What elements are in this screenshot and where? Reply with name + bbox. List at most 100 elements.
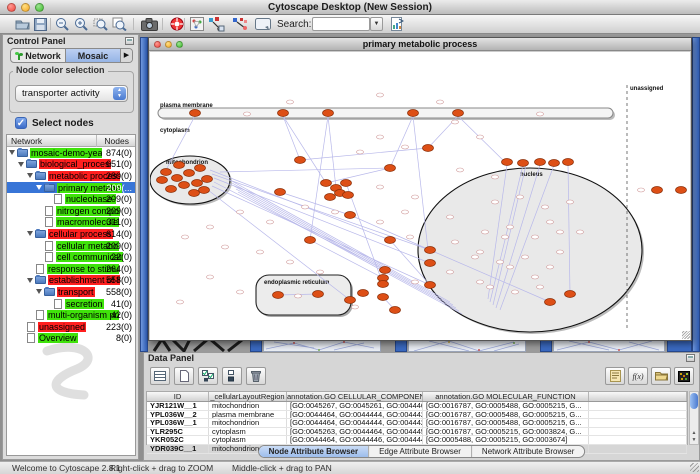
close-button[interactable] [7,3,16,12]
network-canvas[interactable]: plasma membranecytoplasmmitochondrionnuc… [150,52,690,340]
network-node[interactable] [385,237,396,244]
network-edge[interactable] [220,168,390,172]
network-node-small[interactable] [237,210,244,214]
network-node[interactable] [652,187,663,194]
tree-row[interactable]: response to stimulu264(0) [7,263,135,275]
network-node[interactable] [676,187,687,194]
network-node[interactable] [313,291,324,298]
table-row[interactable]: YJR121W__1mitochondrion[GO:0045267, GO:0… [147,402,687,411]
search-dropdown-icon[interactable]: ▼ [370,17,383,31]
network-node[interactable] [535,159,546,166]
network-node-small[interactable] [477,250,484,254]
network-node[interactable] [453,110,464,117]
close-button[interactable] [154,41,161,48]
network-node-small[interactable] [638,188,645,192]
layout-a-icon[interactable] [207,16,225,32]
network-edge[interactable] [413,116,428,250]
network-node[interactable] [166,186,177,193]
network-node-small[interactable] [537,285,544,289]
network-node[interactable] [192,180,203,187]
network-node-small[interactable] [472,255,479,259]
tree-row[interactable]: unassigned223(0) [7,321,135,333]
window-resize-grip[interactable] [682,331,690,339]
network-node-small[interactable] [407,235,414,239]
tab-overflow-arrow[interactable]: ▶ [120,49,132,62]
network-node-small[interactable] [557,230,564,234]
table-row[interactable]: YLR295Ccytoplasm[GO:0045263, GO:0044464,… [147,428,687,437]
network-node[interactable] [545,299,556,306]
network-node-small[interactable] [377,135,384,139]
expand-triangle-icon[interactable] [18,162,24,167]
network-node[interactable] [295,157,306,164]
network-node-small[interactable] [547,220,554,224]
scrollbar-thumb[interactable] [690,393,698,409]
network-node-small[interactable] [507,225,514,229]
network-node-small[interactable] [287,260,294,264]
layout-b-icon[interactable] [231,16,249,32]
network-node[interactable] [345,297,356,304]
network-node[interactable] [157,177,168,184]
tree-row[interactable]: establishment of lo558(0) [7,275,135,287]
network-node[interactable] [425,247,436,254]
network-node-small[interactable] [377,220,384,224]
network-edge[interactable] [212,174,430,250]
network-node[interactable] [565,291,576,298]
tree-row[interactable]: nucleobase-209(0) [7,193,135,205]
float-panel-icon[interactable] [686,354,695,362]
network-node-small[interactable] [357,150,364,154]
expand-triangle-icon[interactable] [27,173,33,178]
tree-row[interactable]: cellular metabo209(0) [7,240,135,252]
network-node[interactable] [273,292,284,299]
expand-triangle-icon[interactable] [36,289,42,294]
network-node[interactable] [184,170,195,177]
network-node-small[interactable] [332,210,339,214]
network-view-window[interactable]: primary metabolic process plasma membran… [148,37,692,341]
tree-row[interactable]: secretion41(0) [7,298,135,310]
formula-icon[interactable]: f(x) [628,367,648,385]
network-node[interactable] [189,190,200,197]
network-node[interactable] [378,294,389,301]
expand-triangle-icon[interactable] [27,278,33,283]
tab-network-attribute-browser[interactable]: Network Attribute Browser [471,446,584,457]
network-node[interactable] [358,290,369,297]
network-edge[interactable] [310,116,328,240]
network-node[interactable] [345,212,356,219]
network-overview-icon[interactable] [188,16,206,32]
network-node-small[interactable] [492,175,499,179]
delete-attribute-icon[interactable] [246,367,266,385]
network-node[interactable] [278,110,289,117]
background-window-left[interactable] [140,37,148,352]
select-all-attributes-icon[interactable] [198,367,218,385]
network-node[interactable] [380,267,391,274]
network-node-small[interactable] [557,250,564,254]
network-node-small[interactable] [517,195,524,199]
minimize-button[interactable] [21,3,30,12]
network-node-small[interactable] [244,112,251,116]
tree-row[interactable]: mosaic-demo-yeast874(0) [7,147,135,159]
expand-triangle-icon[interactable] [36,185,42,190]
network-node-small[interactable] [302,205,309,209]
tree-row[interactable]: biological_process651(0) [7,159,135,171]
network-node-small[interactable] [177,300,184,304]
network-node-small[interactable] [402,210,409,214]
network-node-small[interactable] [502,235,509,239]
tab-network[interactable]: Network [11,49,65,62]
network-node-small[interactable] [317,270,324,274]
tree-row[interactable]: primary metabo209(... [7,182,135,194]
zoom-fit-icon[interactable] [110,16,128,32]
attribute-table[interactable]: ID_cellularLayoutRegionannotation.GO CEL… [146,391,688,445]
network-node-small[interactable] [507,265,514,269]
network-node[interactable] [275,189,286,196]
zoom-out-icon[interactable] [53,16,71,32]
network-node-small[interactable] [377,93,384,97]
network-node-small[interactable] [447,270,454,274]
zoom-in-icon[interactable] [72,16,90,32]
network-node-small[interactable] [532,275,539,279]
scroll-up-icon[interactable]: ▲ [690,430,698,436]
network-node-small[interactable] [257,250,264,254]
network-node-small[interactable] [207,275,214,279]
network-node-small[interactable] [482,230,489,234]
table-column-header[interactable]: _cellularLayoutRegion [209,392,287,401]
float-panel-icon[interactable] [125,37,134,45]
network-node[interactable] [321,180,332,187]
